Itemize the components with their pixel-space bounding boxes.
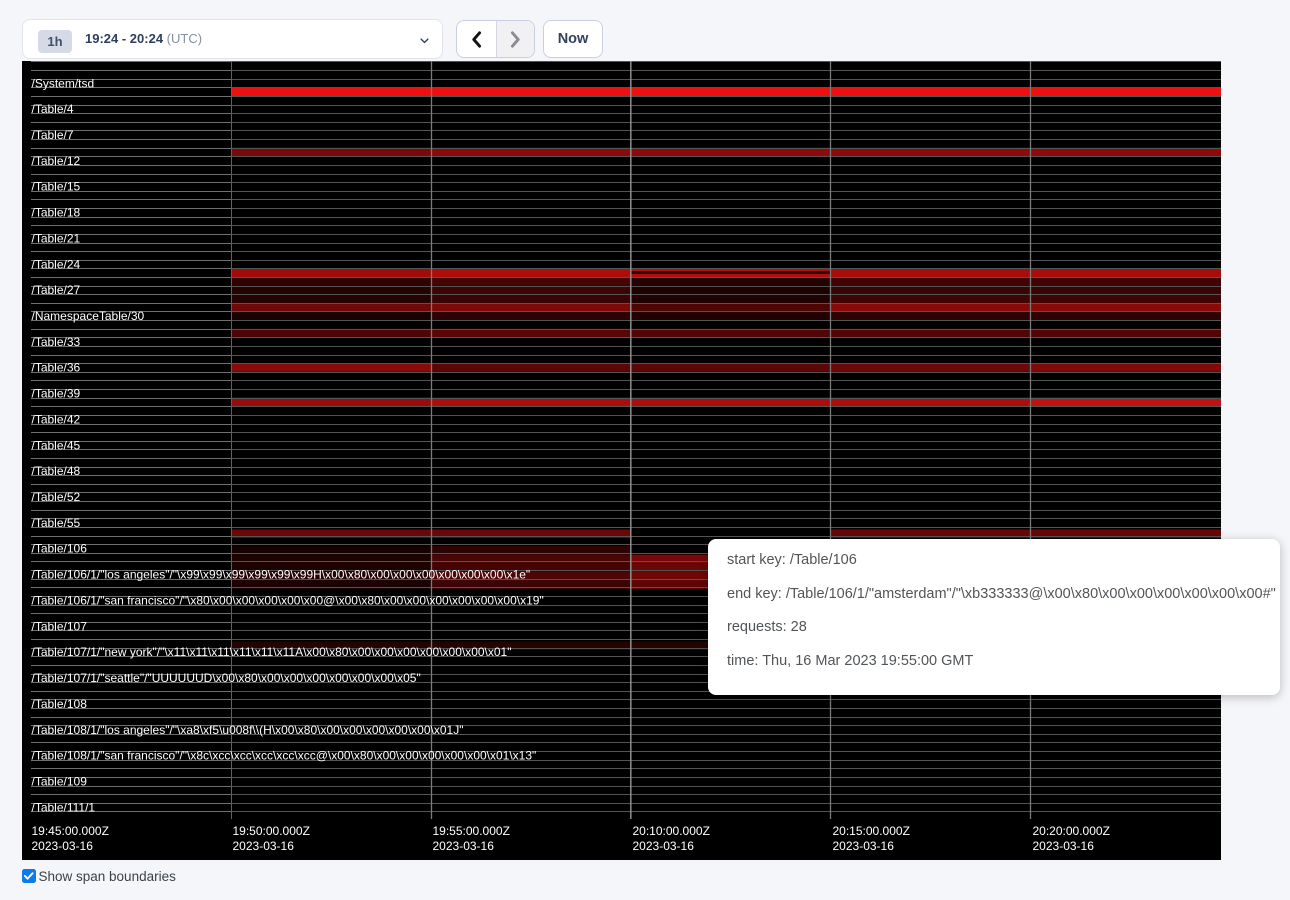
svg-text:19:45:00.000Z: 19:45:00.000Z <box>32 824 109 838</box>
svg-text:19:50:00.000Z: 19:50:00.000Z <box>233 824 310 838</box>
svg-text:20:20:00.000Z: 20:20:00.000Z <box>1033 824 1110 838</box>
svg-text:/Table/33: /Table/33 <box>32 335 81 349</box>
svg-text:/System/tsd: /System/tsd <box>32 76 95 90</box>
svg-text:/Table/106/1/"los angeles"/"\x: /Table/106/1/"los angeles"/"\x99\x99\x99… <box>32 568 531 582</box>
svg-text:/Table/12: /Table/12 <box>32 154 81 168</box>
svg-text:/Table/107/1/"seattle"/"UUUUUU: /Table/107/1/"seattle"/"UUUUUUD\x00\x80\… <box>32 671 421 685</box>
svg-text:/Table/27: /Table/27 <box>32 283 81 297</box>
svg-text:/Table/48: /Table/48 <box>32 464 81 478</box>
svg-text:/Table/107: /Table/107 <box>32 619 88 633</box>
svg-text:/Table/107/1/"new york"/"\x11\: /Table/107/1/"new york"/"\x11\x11\x11\x1… <box>32 645 512 659</box>
svg-text:/Table/36: /Table/36 <box>32 361 81 375</box>
svg-text:/Table/108/1/"los angeles"/"\x: /Table/108/1/"los angeles"/"\xa8\xf5\u00… <box>32 723 464 737</box>
svg-text:/Table/21: /Table/21 <box>32 231 81 245</box>
svg-text:/NamespaceTable/30: /NamespaceTable/30 <box>32 309 145 323</box>
svg-text:2023-03-16: 2023-03-16 <box>1033 839 1095 853</box>
svg-text:/Table/18: /Table/18 <box>32 206 81 220</box>
svg-text:2023-03-16: 2023-03-16 <box>633 839 695 853</box>
svg-text:19:55:00.000Z: 19:55:00.000Z <box>433 824 510 838</box>
svg-text:/Table/109: /Table/109 <box>32 774 88 788</box>
svg-text:/Table/4: /Table/4 <box>32 102 74 116</box>
svg-text:/Table/111/1: /Table/111/1 <box>32 800 96 814</box>
svg-text:/Table/39: /Table/39 <box>32 387 81 401</box>
svg-text:2023-03-16: 2023-03-16 <box>833 839 895 853</box>
svg-text:20:10:00.000Z: 20:10:00.000Z <box>633 824 710 838</box>
svg-text:2023-03-16: 2023-03-16 <box>233 839 295 853</box>
svg-text:/Table/24: /Table/24 <box>32 257 81 271</box>
svg-text:/Table/52: /Table/52 <box>32 490 81 504</box>
svg-text:/Table/55: /Table/55 <box>32 516 81 530</box>
svg-text:/Table/106: /Table/106 <box>32 542 88 556</box>
svg-text:/Table/108: /Table/108 <box>32 697 88 711</box>
svg-text:/Table/15: /Table/15 <box>32 180 81 194</box>
svg-text:2023-03-16: 2023-03-16 <box>433 839 495 853</box>
svg-text:/Table/106/1/"san francisco"/": /Table/106/1/"san francisco"/"\x80\x00\x… <box>32 593 544 607</box>
svg-text:/Table/7: /Table/7 <box>32 128 74 142</box>
svg-text:/Table/108/1/"san francisco"/": /Table/108/1/"san francisco"/"\x8c\xcc\x… <box>32 749 537 763</box>
svg-text:/Table/42: /Table/42 <box>32 412 81 426</box>
svg-text:2023-03-16: 2023-03-16 <box>32 839 94 853</box>
svg-text:/Table/45: /Table/45 <box>32 438 81 452</box>
svg-text:20:15:00.000Z: 20:15:00.000Z <box>833 824 910 838</box>
